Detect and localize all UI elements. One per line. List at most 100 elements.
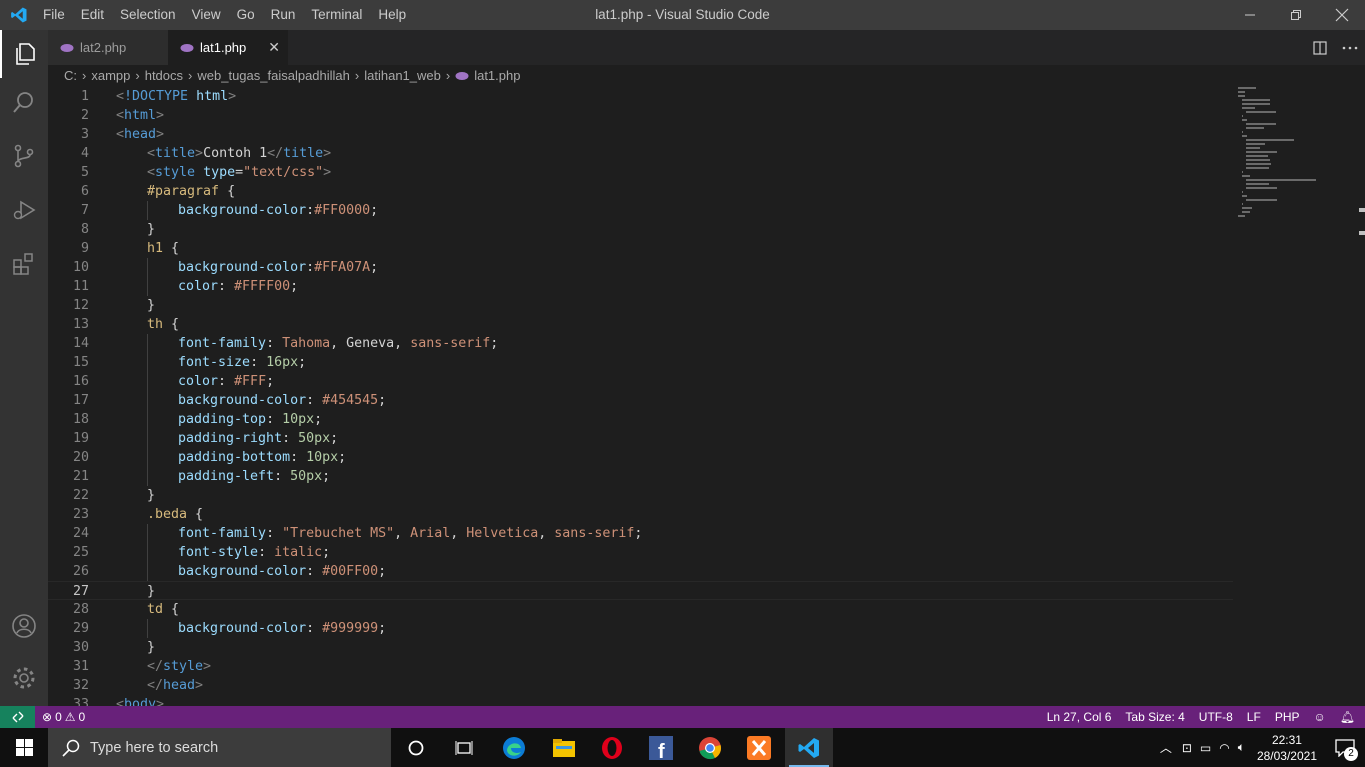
clock[interactable]: 22:31 28/03/2021 [1257, 732, 1317, 764]
breadcrumb-item[interactable]: C: [64, 65, 77, 87]
opera-app[interactable] [588, 728, 636, 767]
code-line[interactable]: 30} [48, 638, 1233, 657]
indent-guide [147, 524, 148, 543]
notifications-button[interactable]: 2 [1325, 728, 1365, 767]
code-line[interactable]: 11 color: #FFFF00; [48, 277, 1233, 296]
feedback-icon[interactable]: ☺ [1314, 706, 1326, 728]
code-line[interactable]: 24 font-family: "Trebuchet MS", Arial, He… [48, 524, 1233, 543]
breadcrumb-item[interactable]: htdocs [145, 65, 183, 87]
language-mode[interactable]: PHP [1275, 706, 1300, 728]
breadcrumb-item[interactable]: xampp [91, 65, 130, 87]
code-line[interactable]: 2 <html> [48, 106, 1233, 125]
facebook-app[interactable]: f [637, 728, 685, 767]
vscode-app[interactable] [785, 728, 833, 767]
breadcrumb-file[interactable]: lat1.php [474, 65, 520, 87]
edge-app[interactable] [490, 728, 538, 767]
line-number: 30 [72, 640, 89, 655]
debug-icon [13, 200, 36, 220]
code-line[interactable]: 16 color: #FFF; [48, 372, 1233, 391]
bell-icon[interactable]: 🔔︎ [1340, 706, 1355, 728]
menu-go[interactable]: Go [229, 0, 263, 30]
code-line[interactable]: 31 </style> [48, 657, 1233, 676]
code-line[interactable]: 20 padding-bottom: 10px; [48, 448, 1233, 467]
code-text: } [147, 222, 156, 237]
code-line[interactable]: 32 </head> [48, 676, 1233, 695]
menu-edit[interactable]: Edit [73, 0, 112, 30]
code-line[interactable]: 10 background-color:#FFA07A; [48, 258, 1233, 277]
code-line[interactable]: 5 <style type="text/css"> [48, 163, 1233, 182]
menu-view[interactable]: View [184, 0, 229, 30]
close-window-button[interactable] [1319, 0, 1365, 30]
remote-button[interactable] [0, 706, 35, 728]
breadcrumb-item[interactable]: web_tugas_faisalpadhillah [197, 65, 350, 87]
code-line[interactable]: 28 td { [48, 600, 1233, 619]
menu-run[interactable]: Run [263, 0, 304, 30]
code-line[interactable]: 23 .beda { [48, 505, 1233, 524]
xampp-app[interactable] [735, 728, 783, 767]
code-line[interactable]: 13 th { [48, 315, 1233, 334]
taskbar-search[interactable]: Type here to search [48, 728, 391, 767]
battery-icon[interactable]: ▭ [1200, 741, 1211, 755]
code-line[interactable]: 21 padding-left: 50px; [48, 467, 1233, 486]
volume-icon[interactable]: 🔈︎ [1238, 740, 1245, 755]
problems-indicator[interactable]: ⊗ 0 ⚠ 0 [42, 706, 85, 728]
encoding[interactable]: UTF-8 [1199, 706, 1233, 728]
wifi-icon[interactable]: ◠ [1219, 741, 1229, 755]
code-line[interactable]: 18 padding-top: 10px; [48, 410, 1233, 429]
code-line[interactable]: 26 background-color: #00FF00; [48, 562, 1233, 581]
task-view-button[interactable] [440, 728, 488, 767]
end-of-line[interactable]: LF [1247, 706, 1261, 728]
extensions-button[interactable] [0, 240, 48, 288]
menu-file[interactable]: File [35, 0, 73, 30]
tab-lat1[interactable]: lat1.php ✕ [168, 30, 288, 65]
code-line[interactable]: 29 background-color: #999999; [48, 619, 1233, 638]
code-line[interactable]: 17 background-color: #454545; [48, 391, 1233, 410]
line-number: 14 [72, 336, 89, 351]
manage-button[interactable] [0, 654, 48, 702]
tab-lat2[interactable]: lat2.php [48, 30, 168, 65]
split-editor-button[interactable] [1305, 30, 1335, 65]
code-line[interactable]: 14 font-family: Tahoma, Geneva, sans-seri… [48, 334, 1233, 353]
code-line[interactable]: 19 padding-right: 50px; [48, 429, 1233, 448]
start-button[interactable] [0, 728, 48, 767]
search-button[interactable] [0, 78, 48, 126]
menu-help[interactable]: Help [370, 0, 414, 30]
restore-button[interactable] [1273, 0, 1319, 30]
code-line[interactable]: 8} [48, 220, 1233, 239]
minimap[interactable] [1238, 87, 1358, 247]
cortana-button[interactable] [392, 728, 440, 767]
code-line[interactable]: 33 <body> [48, 695, 1233, 706]
chevron-up-icon[interactable]: ︿ [1160, 739, 1172, 756]
minimap-line [1246, 147, 1261, 149]
menu-selection[interactable]: Selection [112, 0, 184, 30]
code-line[interactable]: 25 font-style: italic; [48, 543, 1233, 562]
code-line[interactable]: 4 <title>Contoh 1</title> [48, 144, 1233, 163]
explorer-button[interactable] [0, 30, 48, 78]
code-line[interactable]: 22} [48, 486, 1233, 505]
code-line[interactable]: 1 <!DOCTYPE html> [48, 87, 1233, 106]
code-line[interactable]: 6 #paragraf { [48, 182, 1233, 201]
code-line[interactable]: 15 font-size: 16px; [48, 353, 1233, 372]
run-debug-button[interactable] [0, 186, 48, 234]
code-line[interactable]: 12} [48, 296, 1233, 315]
meet-now-icon[interactable]: ⊡ [1182, 741, 1192, 755]
accounts-button[interactable] [0, 602, 48, 650]
source-control-button[interactable] [0, 132, 48, 180]
code-line[interactable]: 7 background-color:#FF0000; [48, 201, 1233, 220]
more-actions-button[interactable] [1335, 30, 1365, 65]
chrome-app[interactable] [686, 728, 734, 767]
line-number: 8 [80, 222, 89, 237]
code-line[interactable]: 27} [48, 581, 1233, 600]
menu-terminal[interactable]: Terminal [303, 0, 370, 30]
file-explorer-app[interactable] [540, 728, 588, 767]
breadcrumb-item[interactable]: latihan1_web [364, 65, 441, 87]
code-editor[interactable]: 1 <!DOCTYPE html> 2 <html> 3 <head> 4 <title>Co… [48, 87, 1365, 706]
minimize-button[interactable] [1227, 0, 1273, 30]
code-line[interactable]: 9 h1 { [48, 239, 1233, 258]
minimap-line [1242, 191, 1244, 193]
code-line[interactable]: 3 <head> [48, 125, 1233, 144]
tab-size[interactable]: Tab Size: 4 [1125, 706, 1184, 728]
close-tab-icon[interactable]: ✕ [268, 39, 280, 56]
cursor-position[interactable]: Ln 27, Col 6 [1047, 706, 1112, 728]
line-number: 1 [80, 89, 89, 104]
